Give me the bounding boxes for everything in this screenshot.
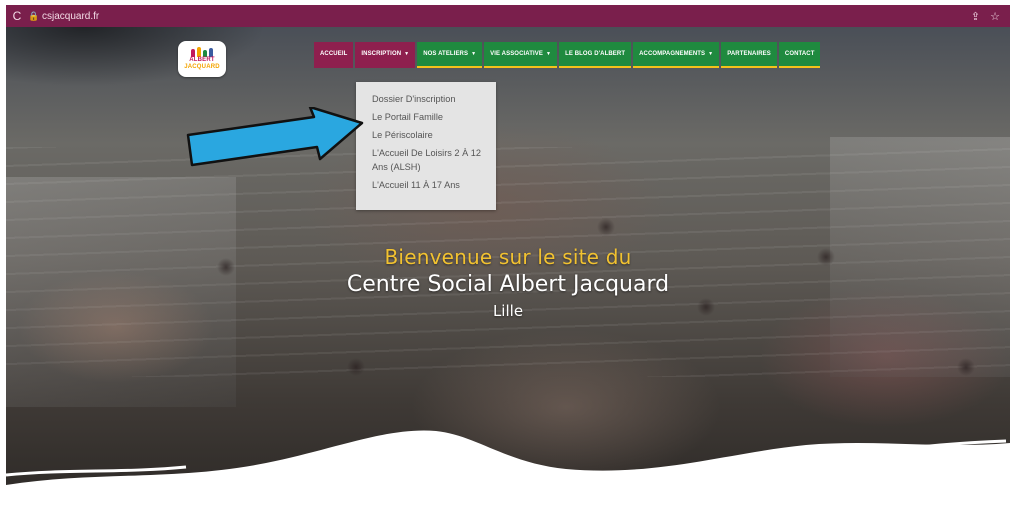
caret-down-icon: ▼ — [546, 51, 552, 57]
dropdown-item-accueil-loisirs[interactable]: L'Accueil De Loisirs 2 À 12 Ans (ALSH) — [372, 146, 490, 174]
caret-down-icon: ▼ — [708, 51, 714, 57]
nav-label: PARTENAIRES — [727, 51, 771, 57]
nav-label: VIE ASSOCIATIVE — [490, 51, 543, 57]
star-icon[interactable]: ☆ — [990, 10, 1000, 23]
nav-label: ACCUEIL — [320, 51, 348, 57]
nav-label: LE BLOG D'ALBERT — [565, 51, 626, 57]
share-icon[interactable]: ⇪ — [971, 10, 980, 23]
dropdown-item-portail-famille[interactable]: Le Portail Famille — [372, 110, 490, 124]
nav-contact[interactable]: CONTACT — [778, 42, 821, 68]
hero-line-welcome: Bienvenue sur le site du — [384, 245, 632, 269]
nav-label: NOS ATELIERS — [423, 51, 469, 57]
nav-label: ACCOMPAGNEMENTS — [639, 51, 706, 57]
nav-accueil[interactable]: ACCUEIL — [314, 42, 354, 68]
nav-accompagnements[interactable]: ACCOMPAGNEMENTS ▼ — [633, 42, 720, 68]
logo-figures-icon — [191, 47, 213, 57]
dropdown-item-accueil-11-17[interactable]: L'Accueil 11 À 17 Ans — [372, 178, 490, 192]
nav-partenaires[interactable]: PARTENAIRES — [721, 42, 777, 68]
hero-line-centre-name: Centre Social Albert Jacquard — [346, 272, 670, 297]
main-navigation: ACCUEIL INSCRIPTION ▼ NOS ATELIERS ▼ VIE… — [314, 42, 821, 68]
nav-inscription[interactable]: INSCRIPTION ▼ — [355, 42, 416, 68]
nav-label: INSCRIPTION — [361, 51, 402, 57]
nav-vie-associative[interactable]: VIE ASSOCIATIVE ▼ — [484, 42, 558, 68]
lock-icon[interactable]: 🔒 — [28, 11, 40, 22]
logo-text-albert: ALBERT — [189, 57, 215, 63]
nav-label: CONTACT — [784, 51, 815, 57]
logo-text-jacquard: JACQUARD — [184, 64, 220, 70]
caret-down-icon: ▼ — [404, 51, 410, 57]
browser-address-bar: C 🔒 csjacquard.fr ⇪ ☆ — [6, 5, 1010, 27]
nav-blog[interactable]: LE BLOG D'ALBERT — [559, 42, 632, 68]
dropdown-item-periscolaire[interactable]: Le Périscolaire — [372, 128, 490, 142]
dropdown-item-dossier-inscription[interactable]: Dossier D'inscription — [372, 92, 490, 106]
url-field[interactable]: csjacquard.fr — [42, 11, 971, 22]
hero-line-city: Lille — [492, 302, 524, 320]
reload-icon[interactable]: C — [6, 9, 28, 23]
caret-down-icon: ▼ — [471, 51, 477, 57]
site-logo[interactable]: ALBERT JACQUARD — [178, 41, 226, 77]
pointer-arrow-icon — [186, 107, 364, 167]
bottom-wave-divider — [6, 430, 1010, 493]
website-page: ALBERT JACQUARD ACCUEIL INSCRIPTION ▼ NO… — [6, 27, 1010, 493]
nav-nos-ateliers[interactable]: NOS ATELIERS ▼ — [417, 42, 483, 68]
inscription-dropdown-menu: Dossier D'inscription Le Portail Famille… — [356, 82, 496, 210]
